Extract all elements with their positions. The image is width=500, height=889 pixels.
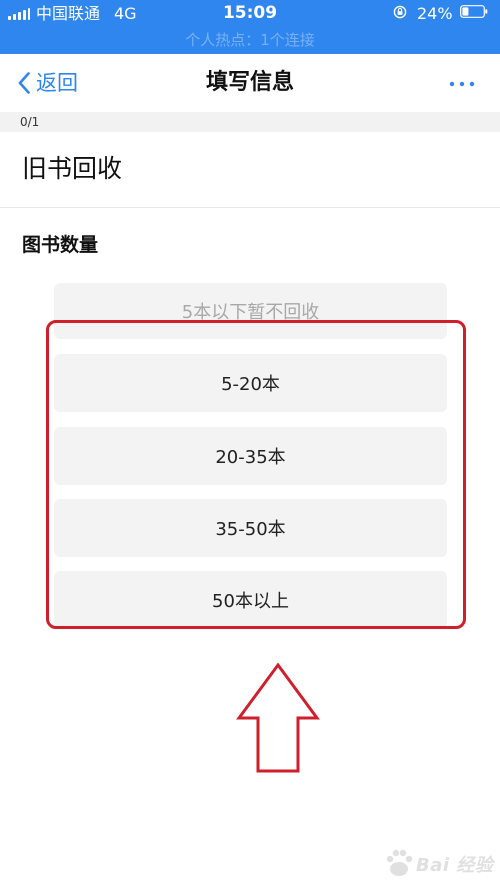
option-50-plus[interactable]: 50本以上 xyxy=(54,571,447,629)
screen: 中国联通 4G 15:09 24% 个人热点：1个连接 返回 填写信息 0/1 … xyxy=(0,0,500,889)
battery-percent: 24% xyxy=(417,4,453,23)
paw-icon xyxy=(386,849,413,876)
nav-bar: 返回 填写信息 xyxy=(0,54,500,112)
progress-indicator: 0/1 xyxy=(20,115,40,129)
back-label: 返回 xyxy=(36,71,78,95)
chevron-left-icon xyxy=(18,72,30,94)
option-20-35[interactable]: 20-35本 xyxy=(54,427,447,485)
divider xyxy=(0,207,500,208)
orientation-lock-icon xyxy=(393,5,407,19)
battery-icon xyxy=(460,5,488,18)
more-dots-icon[interactable] xyxy=(444,76,480,92)
watermark-text: Bai 经验 xyxy=(416,855,494,876)
baidu-watermark: Bai 经验 xyxy=(384,843,496,883)
up-arrow-icon xyxy=(236,662,320,773)
question-label: 图书数量 xyxy=(22,234,99,256)
option-35-50[interactable]: 35-50本 xyxy=(54,499,447,557)
back-button[interactable]: 返回 xyxy=(18,68,78,98)
option-5-20[interactable]: 5-20本 xyxy=(54,354,447,412)
hotspot-banner[interactable]: 个人热点：1个连接 xyxy=(0,30,500,50)
status-bar: 中国联通 4G 15:09 24% 个人热点：1个连接 xyxy=(0,0,500,54)
progress-strip: 0/1 xyxy=(0,112,500,132)
form-title: 旧书回收 xyxy=(22,154,123,183)
option-below-5-disabled: 5本以下暂不回收 xyxy=(54,283,447,339)
